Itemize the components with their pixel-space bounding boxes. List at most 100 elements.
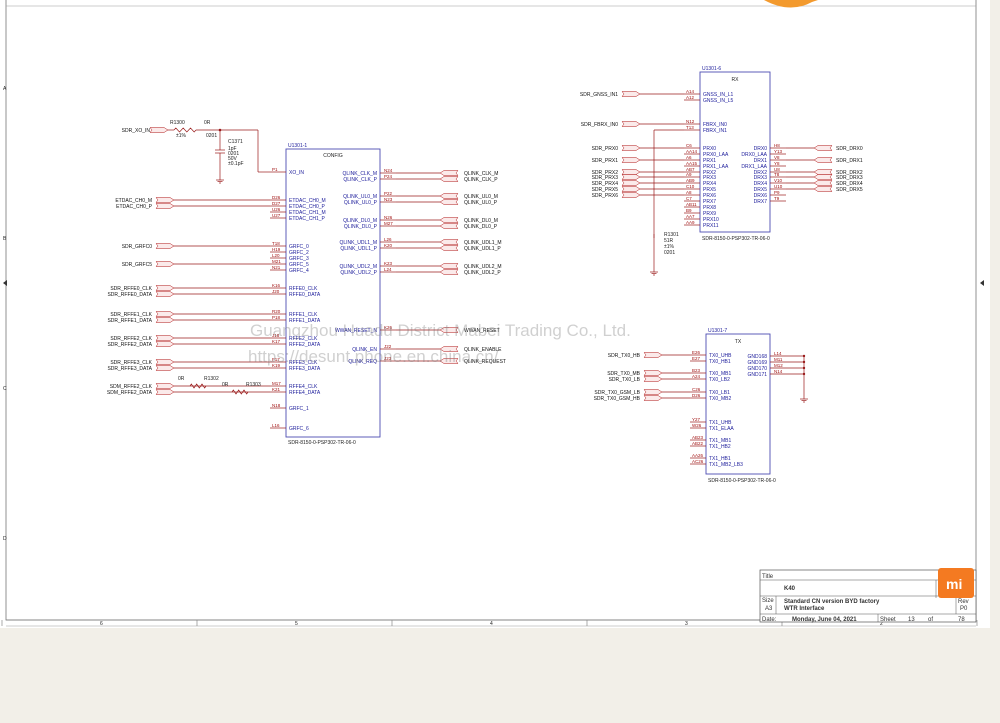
- u2r-net-flag: [813, 145, 833, 151]
- u1-pin-number: K16: [272, 283, 281, 288]
- border-row-letter: D: [3, 536, 7, 542]
- r1302-ref: R1302: [204, 376, 219, 382]
- u2r-net-flag: [813, 174, 833, 180]
- u3-net-flag: [643, 376, 663, 382]
- u2-pin-number: C6: [686, 143, 692, 148]
- u1-net-flag: [155, 359, 175, 365]
- u2r-net-flag: [813, 157, 833, 163]
- u1-pin-signal: ETDAC_CH1_P: [289, 216, 326, 222]
- u1-net-label: SDR_RFFE3_DATA: [107, 366, 152, 372]
- u1-pin-number: P18: [272, 315, 281, 320]
- u3-pin-signal: TX0_HB1: [709, 359, 731, 365]
- tb-size-label: Size: [762, 598, 774, 604]
- u2-pin-number: A8: [686, 190, 692, 195]
- r1303-val: 0R: [222, 382, 229, 388]
- u3r-pin-number: N14: [774, 369, 783, 374]
- u2r-pin-signal: DRX7: [754, 199, 768, 205]
- u3-pin-number: C26: [692, 387, 701, 392]
- u1-pin-number: M17: [272, 381, 281, 386]
- u2-pin-number: AB9: [686, 178, 695, 183]
- u1r-pin-number: M27: [384, 221, 393, 226]
- u1r-net-label: QLINK_UL0_P: [464, 200, 498, 206]
- u1r-net-flag: [439, 193, 459, 199]
- u3-net-label: SDR_TX0_GSM_HB: [594, 396, 641, 402]
- u1r-net-flag: [439, 199, 459, 205]
- u1-pin-signal: XO_IN: [289, 170, 304, 176]
- border-col-number: 6: [100, 621, 103, 627]
- tb-date-label: Date:: [762, 617, 777, 623]
- u3-pin-number: AB23: [692, 435, 704, 440]
- u2-pin-number: C10: [686, 184, 695, 189]
- u2r-pin-number: Y8: [774, 161, 780, 166]
- u2-pin-signal: FBRX_IN1: [703, 128, 727, 134]
- r1300-pkg: 0201: [206, 133, 217, 139]
- tb-sheet-label: Sheet: [880, 617, 896, 623]
- u2r-pin-number: V8: [774, 155, 780, 160]
- u2-pin-signal: PRX11: [703, 223, 719, 229]
- u2-net-flag: [621, 121, 641, 127]
- u2r-net-label: SDR_DRX0: [836, 146, 863, 152]
- u2r-net-label: SDR_DRX5: [836, 187, 863, 193]
- u1r-net-flag: [439, 269, 459, 275]
- u1-net-flag: [155, 383, 175, 389]
- u3-ref: U1301-7: [708, 328, 727, 334]
- u2-net-flag: [621, 169, 641, 175]
- u3r-pin-number: M11: [774, 357, 783, 362]
- u2-ref: U1301-6: [702, 66, 721, 72]
- u2-net-flag: [621, 157, 641, 163]
- u1r-pin-number: K20: [384, 243, 393, 248]
- tb-of-value: 78: [958, 617, 965, 623]
- u3-net-flag: [643, 352, 663, 358]
- u3r-pin-number: L14: [774, 351, 782, 356]
- u2-net-flag: [621, 186, 641, 192]
- u1-pin-signal: GRFC_6: [289, 426, 309, 432]
- c1371-spec: ±0.1pF: [228, 161, 244, 167]
- u3-pin-number: E27: [692, 356, 701, 361]
- xo-net-label: SDR_XO_IN: [122, 128, 151, 134]
- u1-pin-number: H19: [272, 247, 281, 252]
- border-col-number: 4: [490, 621, 493, 627]
- u2r-net-flag: [813, 180, 833, 186]
- tb-rev-label: Rev: [958, 599, 969, 605]
- u3-pin-number: B23: [692, 368, 701, 373]
- u1-pin-signal: RFFE4_DATA: [289, 390, 321, 396]
- u2r-pin-number: T9: [774, 196, 780, 201]
- u1r-net-label: QLINK_DL0_P: [464, 224, 498, 230]
- u2-pin-number: AA9: [686, 220, 695, 225]
- border-row-letter: C: [3, 386, 7, 392]
- u3-pin-signal: TX1_ELAA: [709, 426, 734, 432]
- watermark-url: https://desunt.phone.en.china.cn/: [248, 347, 499, 366]
- u1-net-flag: [155, 261, 175, 267]
- u1r-pin-number: N23: [384, 197, 393, 202]
- u2-part: SDR-8150-0-PSP302-TR-06-0: [702, 236, 770, 242]
- u3-pin-number: AB22: [692, 441, 704, 446]
- u1r-net-label: QLINK_UDL1_P: [464, 246, 501, 252]
- title-block: Title K40 Size A3 Standard CN version BY…: [759, 568, 977, 623]
- u1-net-flag: [155, 197, 175, 203]
- u1r-net-flag: [439, 263, 459, 269]
- u2-pin-number: N12: [686, 119, 695, 124]
- u1r-pin-number: P22: [384, 191, 393, 196]
- u2-pin-number: AA15: [686, 161, 698, 166]
- u2-pin-number: C7: [686, 196, 692, 201]
- u1-net-label: SDR_RFFE1_DATA: [107, 318, 152, 324]
- u1-pin-number: R20: [272, 309, 281, 314]
- tb-doc-sub: WTR Interface: [784, 606, 825, 612]
- u1-net-flag: [155, 317, 175, 323]
- schematic-sheet: U1301-1 CONFIG SDR-8150-0-PSP302-TR-06-0 P1…: [0, 0, 990, 628]
- u3-pin-signal: TX0_MB2: [709, 396, 731, 402]
- u1-pin-signal: RFFE3_DATA: [289, 366, 321, 372]
- u1-net-label: SDR_RFFE0_DATA: [107, 292, 152, 298]
- u2r-net-flag: [813, 169, 833, 175]
- tb-doc-value: Standard CN version BYD factory: [784, 599, 880, 605]
- u1-net-flag: [155, 311, 175, 317]
- u1-pin-number: J20: [272, 289, 280, 294]
- u3r-pin-signal: GND171: [748, 372, 768, 378]
- u1-net-flag: [155, 285, 175, 291]
- u3-net-label: SDR_TX0_LB: [609, 377, 641, 383]
- u3-pin-number: AC26: [692, 459, 704, 464]
- u1-net-flag: [155, 365, 175, 371]
- u2-net-label: SDR_PRX1: [592, 158, 619, 164]
- u2-pin-number: AB11: [686, 202, 697, 207]
- u1r-pin-number: L26: [384, 237, 392, 242]
